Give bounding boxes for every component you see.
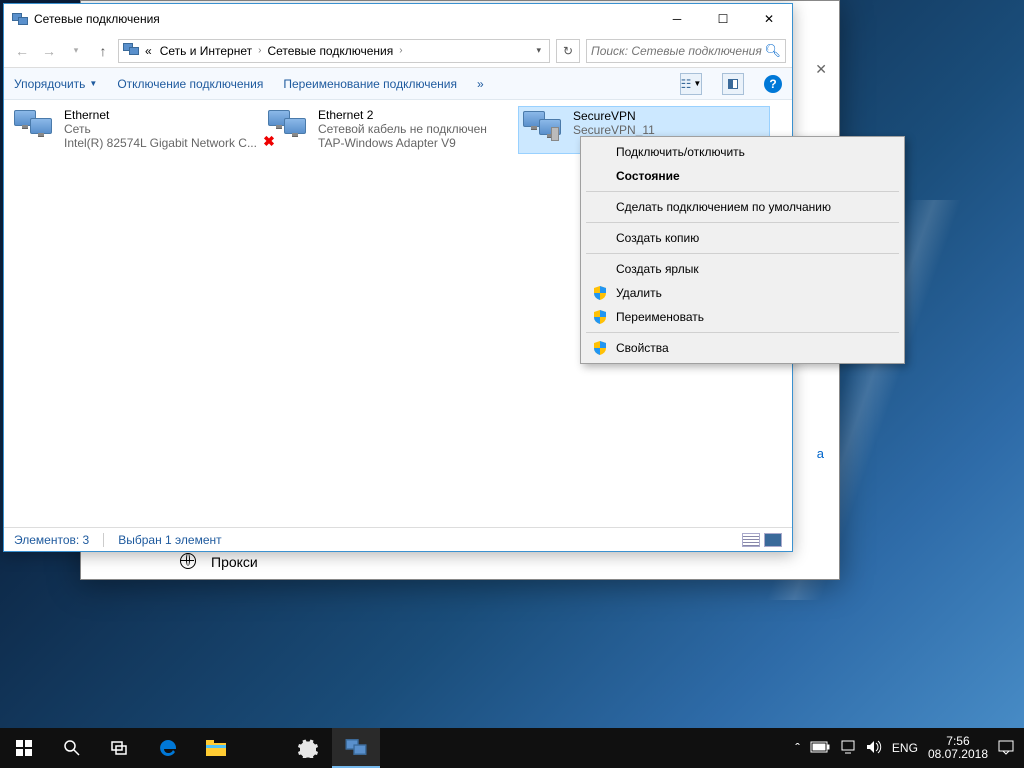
task-view-button[interactable] [96,728,144,768]
connection-status: Сеть [64,122,260,136]
search-box[interactable]: 🔍︎ [586,39,786,63]
connection-name: Ethernet [64,108,260,122]
breadcrumb-seg2[interactable]: Сетевые подключения [265,44,395,58]
ctx-create-shortcut[interactable]: Создать ярлык [584,257,901,281]
breadcrumb-icon [123,43,139,59]
chevron-right-icon[interactable]: › [399,45,402,56]
minimize-button[interactable]: ─ [654,4,700,34]
network-tray-icon[interactable] [840,740,856,757]
back-button[interactable]: ← [10,39,34,63]
navbar: ← → ▾ ↑ « Сеть и Интернет › Сетевые подк… [4,34,792,68]
app-icon [12,11,28,27]
connection-device: TAP-Windows Adapter V9 [318,136,514,150]
globe-icon [180,553,196,569]
connection-name: Ethernet 2 [318,108,514,122]
statusbar: Элементов: 3 Выбран 1 элемент [4,527,792,551]
close-button[interactable]: ✕ [746,4,792,34]
explorer-button[interactable] [192,728,240,768]
connection-item[interactable]: Ethernet Сеть Intel(R) 82574L Gigabit Ne… [10,106,262,154]
maximize-button[interactable]: ☐ [700,4,746,34]
preview-pane-button[interactable] [722,73,744,95]
rename-button[interactable]: Переименование подключения [283,77,457,91]
system-tray: ˆ ENG 7:56 08.07.2018 [795,728,1024,768]
language-indicator[interactable]: ENG [892,741,918,755]
toolbar: Упорядочить ▼ Отключение подключения Пер… [4,68,792,100]
connection-item[interactable]: ✖ Ethernet 2 Сетевой кабель не подключен… [264,106,516,154]
network-adapter-icon [12,108,58,148]
connection-name: SecureVPN [573,109,767,123]
edge-button[interactable] [144,728,192,768]
up-button[interactable]: ↑ [91,39,115,63]
titlebar[interactable]: Сетевые подключения ─ ☐ ✕ [4,4,792,34]
ctx-connect-disconnect[interactable]: Подключить/отключить [584,140,901,164]
bg-link: a [817,446,824,461]
connection-status: Сетевой кабель не подключен [318,122,514,136]
ctx-create-copy[interactable]: Создать копию [584,226,901,250]
view-options-button[interactable]: ☷▼ [680,73,702,95]
breadcrumb-dropdown-icon[interactable]: ▾ [536,45,541,56]
connection-device: Intel(R) 82574L Gigabit Network C... [64,136,260,150]
breadcrumb-prefix: « [143,44,154,58]
window-title: Сетевые подключения [34,12,654,26]
help-button[interactable]: ? [764,75,782,93]
search-icon[interactable]: 🔍︎ [764,43,781,59]
breadcrumb-seg1[interactable]: Сеть и Интернет [158,44,254,58]
disconnected-icon: ✖ [262,134,276,148]
action-center-icon[interactable] [998,739,1014,758]
item-count: Элементов: 3 [14,533,89,547]
date: 08.07.2018 [928,748,988,761]
context-menu: Подключить/отключить Состояние Сделать п… [580,136,905,364]
icons-view-button[interactable] [764,533,782,547]
ctx-rename[interactable]: Переименовать [584,305,901,329]
ctx-status[interactable]: Состояние [584,164,901,188]
details-view-button[interactable] [742,533,760,547]
disconnect-button[interactable]: Отключение подключения [117,77,263,91]
search-button[interactable] [48,728,96,768]
selection-count: Выбран 1 элемент [118,533,221,547]
clock[interactable]: 7:56 08.07.2018 [928,735,988,761]
bg-proxy-label[interactable]: Прокси [211,554,258,570]
breadcrumb[interactable]: « Сеть и Интернет › Сетевые подключения … [118,39,550,63]
refresh-button[interactable]: ↻ [556,39,580,63]
organize-menu[interactable]: Упорядочить ▼ [14,77,97,91]
ctx-delete[interactable]: Удалить [584,281,901,305]
uac-shield-icon [592,340,608,356]
forward-button[interactable]: → [37,39,61,63]
connection-status: SecureVPN_11 [573,123,767,137]
ctx-properties[interactable]: Свойства [584,336,901,360]
vpn-adapter-icon [521,109,567,149]
control-panel-taskbar-button[interactable] [332,728,380,768]
volume-icon[interactable] [866,740,882,757]
start-button[interactable] [0,728,48,768]
bg-close-icon[interactable]: ✕ [815,61,827,78]
tray-chevron-icon[interactable]: ˆ [795,740,800,756]
search-input[interactable] [591,44,764,58]
more-button[interactable]: » [477,77,484,91]
recent-dropdown[interactable]: ▾ [64,39,88,63]
uac-shield-icon [592,309,608,325]
ctx-set-default[interactable]: Сделать подключением по умолчанию [584,195,901,219]
chevron-right-icon[interactable]: › [258,45,261,56]
taskbar: ˆ ENG 7:56 08.07.2018 [0,728,1024,768]
uac-shield-icon [592,285,608,301]
network-adapter-icon: ✖ [266,108,312,148]
settings-taskbar-button[interactable] [284,728,332,768]
battery-icon[interactable] [810,740,830,756]
